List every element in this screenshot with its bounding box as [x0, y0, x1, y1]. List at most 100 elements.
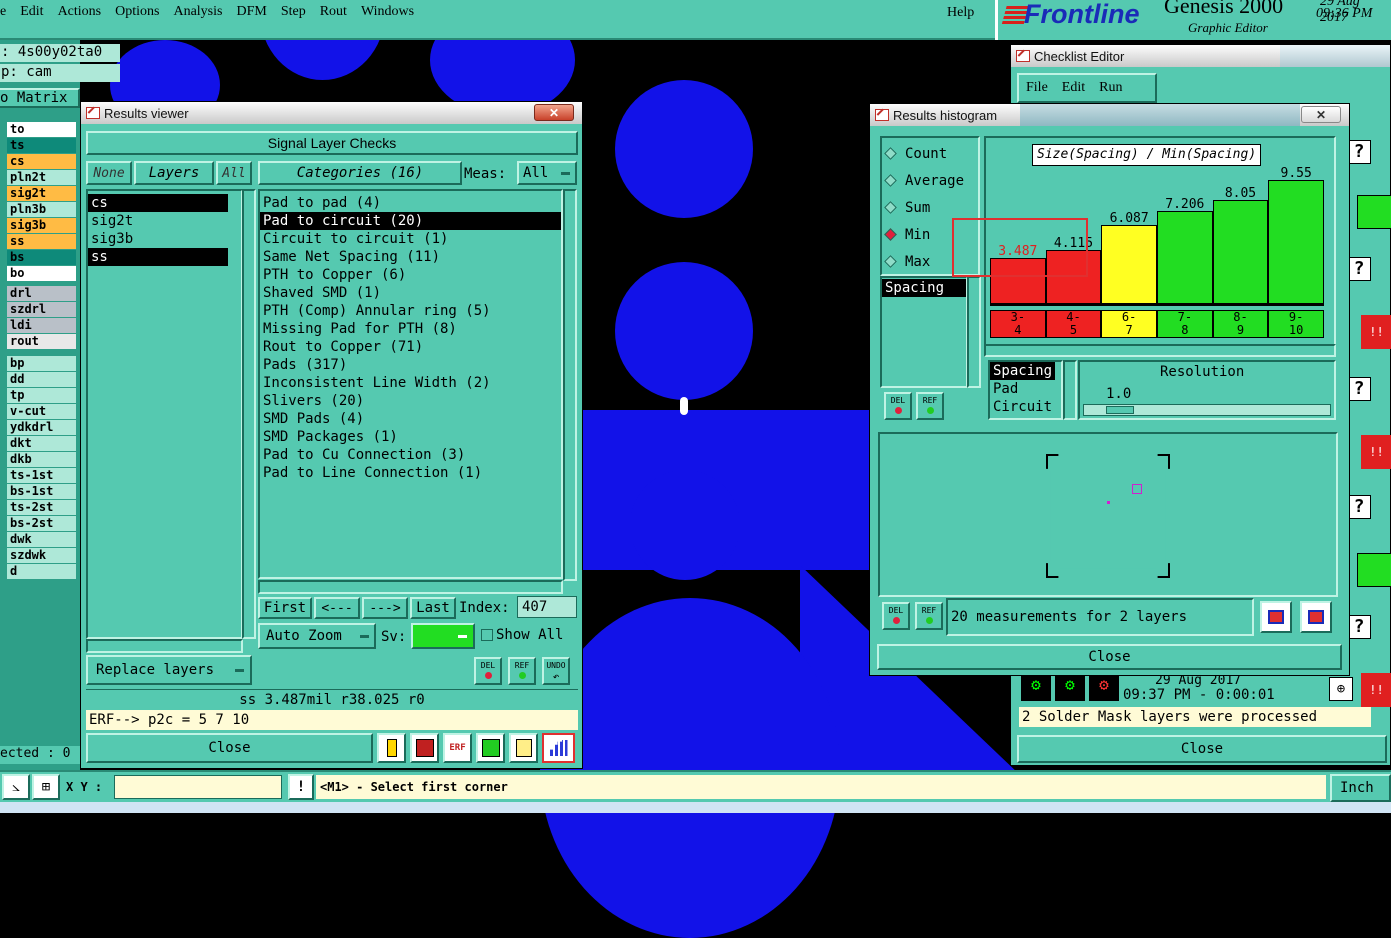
ref-button[interactable]: REF [508, 657, 536, 685]
preview-ref-button[interactable]: REF [915, 602, 943, 630]
zoom-fit-icon[interactable] [1300, 601, 1332, 633]
field-list-scrollbar[interactable] [967, 276, 981, 388]
category-item[interactable]: Rout to Copper (71) [260, 338, 561, 356]
layer-ldi[interactable]: ldi [7, 318, 76, 333]
grid-tool-icon[interactable]: ⊞ [32, 774, 60, 800]
unit-dropdown[interactable]: Inch [1330, 774, 1391, 802]
help-icon[interactable]: ? [1347, 377, 1371, 401]
checklist-menu-run[interactable]: Run [1092, 80, 1129, 96]
mode-average[interactable]: Average [882, 167, 978, 194]
close-icon[interactable]: ✕ [534, 104, 574, 121]
layer-szdwk[interactable]: szdwk [7, 548, 76, 563]
histogram-ref-button[interactable]: REF [916, 392, 944, 420]
res-field-circuit[interactable]: Circuit [990, 398, 1061, 416]
category-item[interactable]: SMD Pads (4) [260, 410, 561, 428]
category-item[interactable]: Missing Pad for PTH (8) [260, 320, 561, 338]
menu-file[interactable]: e [0, 4, 13, 20]
category-item[interactable]: Circuit to circuit (1) [260, 230, 561, 248]
checklist-menu-file[interactable]: File [1019, 80, 1055, 96]
xy-input[interactable] [114, 775, 282, 799]
layer-item[interactable]: sig2t [88, 212, 228, 230]
layer-szdrl[interactable]: szdrl [7, 302, 76, 317]
del-button[interactable]: DEL [474, 657, 502, 685]
preview-del-button[interactable]: DEL [882, 602, 910, 630]
layer-dd[interactable]: dd [7, 372, 76, 387]
help-icon[interactable]: ? [1347, 495, 1371, 519]
sv-color-dropdown[interactable] [411, 623, 475, 649]
menu-windows[interactable]: Windows [354, 4, 421, 20]
layer-dkt[interactable]: dkt [7, 436, 76, 451]
field-spacing[interactable]: Spacing [882, 279, 966, 297]
mode-count[interactable]: Count [882, 140, 978, 167]
layer-ts[interactable]: ts [7, 138, 76, 153]
auto-zoom-dropdown[interactable]: Auto Zoom [258, 623, 376, 649]
category-list-hscrollbar[interactable] [258, 580, 563, 594]
layer-bs-2st[interactable]: bs-2st [7, 516, 76, 531]
menu-analysis[interactable]: Analysis [166, 4, 229, 20]
category-item[interactable]: Pad to pad (4) [260, 194, 561, 212]
resolution-field-list[interactable]: Spacing Pad Circuit [988, 360, 1063, 420]
category-item[interactable]: Slivers (20) [260, 392, 561, 410]
category-item[interactable]: Pad to Cu Connection (3) [260, 446, 561, 464]
layer-bo[interactable]: bo [7, 266, 76, 281]
histogram-close-button[interactable]: Close [877, 644, 1342, 670]
category-list-scrollbar[interactable] [563, 189, 577, 581]
undo-button[interactable]: UNDO ↶ [542, 657, 570, 685]
layer-ydkdrl[interactable]: ydkdrl [7, 420, 76, 435]
run-icon[interactable]: ⚙ [1055, 675, 1085, 701]
layer-ts-1st[interactable]: ts-1st [7, 468, 76, 483]
categories-button[interactable]: Categories (16) [258, 161, 462, 185]
res-list-scrollbar[interactable] [1063, 360, 1077, 420]
layer-v-cut[interactable]: v-cut [7, 404, 76, 419]
measure-tool-icon[interactable]: ⦣ [2, 774, 30, 800]
resolution-slider[interactable] [1083, 404, 1331, 416]
layer-to[interactable]: to [7, 122, 76, 137]
none-button[interactable]: None [86, 161, 132, 185]
all-button[interactable]: All [216, 161, 252, 185]
layer-bs[interactable]: bs [7, 250, 76, 265]
category-item[interactable]: SMD Packages (1) [260, 428, 561, 446]
prev-button[interactable]: <--- [314, 597, 360, 619]
field-list[interactable]: Spacing [880, 276, 968, 388]
menu-edit[interactable]: Edit [13, 4, 50, 20]
signal-layer-checks-header[interactable]: Signal Layer Checks [86, 131, 578, 155]
slider-thumb[interactable] [1106, 406, 1134, 414]
highlight-tool-icon[interactable] [377, 733, 406, 763]
step-tool-icon[interactable] [476, 733, 505, 763]
histogram-bar[interactable] [1212, 200, 1269, 303]
layer-rout[interactable]: rout [7, 334, 76, 349]
category-item[interactable]: PTH (Comp) Annular ring (5) [260, 302, 561, 320]
histogram-bar[interactable] [1268, 180, 1324, 303]
layer-pln3b[interactable]: pln3b [7, 202, 76, 217]
menu-step[interactable]: Step [274, 4, 313, 20]
menu-options[interactable]: Options [108, 4, 166, 20]
help-icon[interactable]: ? [1347, 257, 1371, 281]
checklist-close-button[interactable]: Close [1017, 735, 1387, 763]
category-item[interactable]: Same Net Spacing (11) [260, 248, 561, 266]
help-icon[interactable]: ? [1347, 140, 1371, 164]
menu-rout[interactable]: Rout [313, 4, 354, 20]
layer-list-scrollbar[interactable] [242, 189, 256, 639]
zoom-icon[interactable]: ⊕ [1329, 677, 1353, 701]
layer-tp[interactable]: tp [7, 388, 76, 403]
category-item[interactable]: Pad to circuit (20) [260, 212, 561, 230]
histogram-del-button[interactable]: DEL [884, 392, 912, 420]
layer-bs-1st[interactable]: bs-1st [7, 484, 76, 499]
histogram-bar[interactable] [1101, 225, 1157, 303]
res-field-spacing[interactable]: Spacing [990, 362, 1056, 380]
layer-item[interactable]: ss [88, 248, 228, 266]
erf-tool-icon[interactable]: ERF [443, 733, 472, 763]
category-list[interactable]: Pad to pad (4) Pad to circuit (20) Circuit… [258, 189, 563, 579]
histogram-bar[interactable] [1157, 211, 1213, 303]
notes-tool-icon[interactable] [509, 733, 538, 763]
warning-icon[interactable]: ! [288, 774, 314, 800]
layer-d[interactable]: d [7, 564, 76, 579]
layer-drl[interactable]: drl [7, 286, 76, 301]
layer-cs[interactable]: cs [7, 154, 76, 169]
run-icon[interactable]: ⚙ [1021, 675, 1051, 701]
checklist-menu-edit[interactable]: Edit [1055, 80, 1092, 96]
histogram-tool-icon[interactable] [542, 733, 575, 763]
menu-help[interactable]: Help [947, 5, 974, 21]
layers-button[interactable]: Layers [134, 161, 214, 185]
layer-pln2t[interactable]: pln2t [7, 170, 76, 185]
